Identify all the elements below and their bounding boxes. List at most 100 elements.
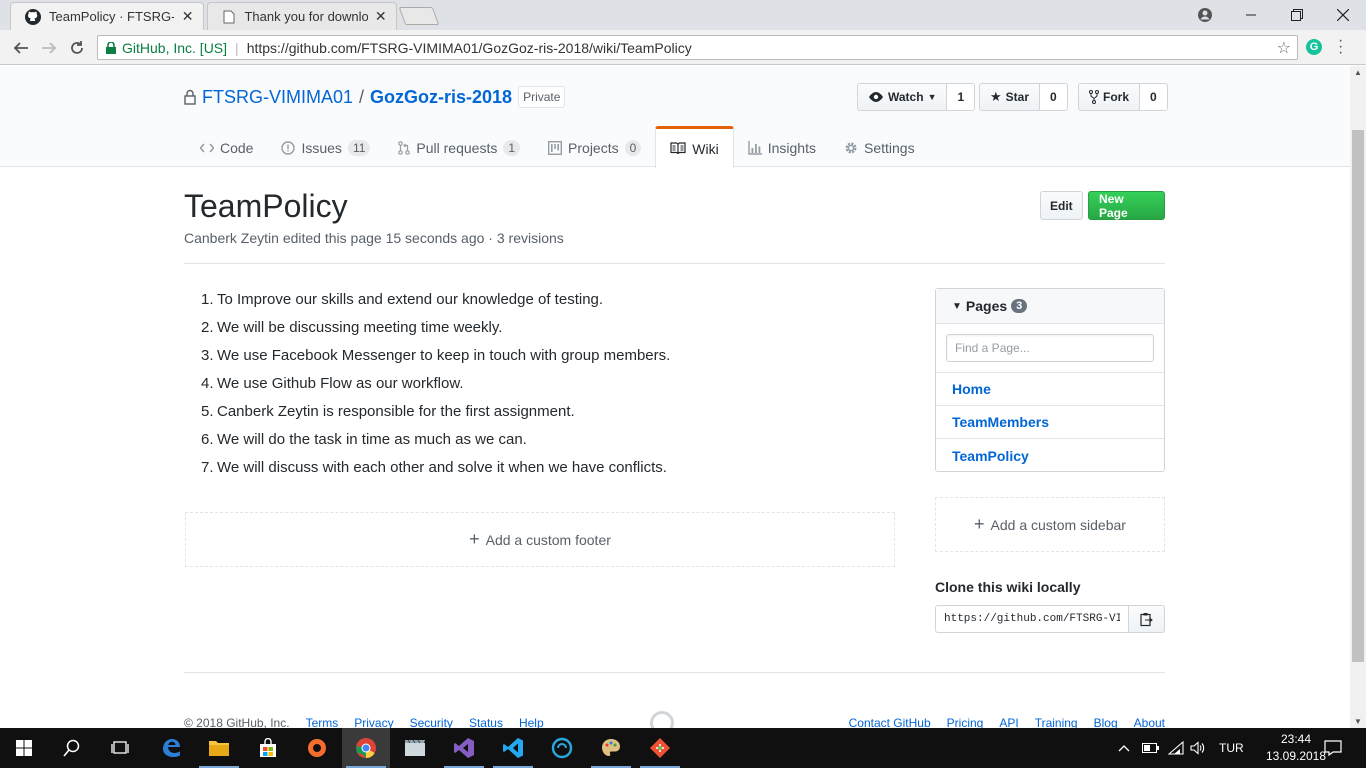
- chrome-icon[interactable]: [342, 728, 390, 768]
- footer-link-privacy[interactable]: Privacy: [354, 716, 393, 728]
- copy-clipboard-button[interactable]: [1129, 605, 1165, 633]
- browser-menu-icon[interactable]: · · ·: [1338, 33, 1343, 61]
- find-page-input[interactable]: [946, 334, 1154, 362]
- pages-filter-row: [936, 324, 1164, 373]
- star-count[interactable]: 0: [1040, 83, 1068, 111]
- page-scrollbar[interactable]: ▲ ▼: [1350, 66, 1366, 728]
- paint-palette-icon[interactable]: [587, 728, 635, 768]
- repo-owner-link[interactable]: FTSRG-VIMIMA01: [202, 87, 353, 108]
- address-bar[interactable]: GitHub, Inc. [US] | https://github.com/F…: [97, 35, 1298, 60]
- windows-start-icon[interactable]: [0, 728, 48, 768]
- footer-link-contact[interactable]: Contact GitHub: [849, 716, 931, 728]
- add-custom-sidebar-button[interactable]: + Add a custom sidebar: [935, 497, 1165, 552]
- add-custom-sidebar-label: Add a custom sidebar: [990, 516, 1126, 533]
- list-item: 1. To Improve our skills and extend our k…: [201, 291, 604, 308]
- private-label: Private: [518, 86, 566, 108]
- repo-nav: Code Issues 11 Pull requests 1 Projects …: [186, 126, 929, 168]
- scroll-down-arrow-icon[interactable]: ▼: [1350, 717, 1366, 726]
- sidebar-page-teammembers[interactable]: TeamMembers: [936, 406, 1164, 439]
- footer-link-security[interactable]: Security: [410, 716, 453, 728]
- tab-pull-requests[interactable]: Pull requests 1: [384, 126, 534, 167]
- edge-browser-icon[interactable]: [147, 728, 195, 768]
- pages-toggle[interactable]: ▼ Pages 3: [936, 289, 1164, 324]
- tab-insights[interactable]: Insights: [734, 126, 830, 167]
- watch-button[interactable]: Watch ▼: [857, 83, 948, 111]
- store-icon[interactable]: [244, 728, 292, 768]
- star-button[interactable]: ★ Star: [979, 83, 1040, 111]
- file-explorer-icon[interactable]: [195, 728, 243, 768]
- profile-icon[interactable]: [1182, 0, 1228, 30]
- battery-icon[interactable]: [1142, 728, 1160, 768]
- fork-count[interactable]: 0: [1140, 83, 1168, 111]
- tab-wiki[interactable]: Wiki: [655, 126, 734, 168]
- search-icon[interactable]: [48, 728, 96, 768]
- add-custom-footer-button[interactable]: + Add a custom footer: [185, 512, 895, 567]
- caret-down-icon: ▼: [927, 92, 937, 102]
- fork-button[interactable]: Fork: [1078, 83, 1141, 111]
- bookmark-star-icon[interactable]: ☆: [1277, 38, 1291, 58]
- footer-link-training[interactable]: Training: [1035, 716, 1078, 728]
- tray-overflow-icon[interactable]: [1118, 728, 1130, 768]
- sidebar-page-home[interactable]: Home: [936, 373, 1164, 406]
- tab-label: Projects: [568, 140, 619, 156]
- restore-icon[interactable]: [1274, 0, 1320, 30]
- tab-settings[interactable]: Settings: [830, 126, 929, 167]
- caret-down-icon: ▼: [952, 300, 962, 312]
- notification-center-icon[interactable]: [1324, 728, 1342, 768]
- footer-link-blog[interactable]: Blog: [1094, 716, 1118, 728]
- input-language-indicator[interactable]: TUR: [1219, 728, 1244, 768]
- close-window-icon[interactable]: [1320, 0, 1366, 30]
- tab-label: Issues: [301, 140, 342, 156]
- scrollbar-thumb[interactable]: [1352, 130, 1364, 662]
- footer-link-help[interactable]: Help: [519, 716, 544, 728]
- minimize-icon[interactable]: [1228, 0, 1274, 30]
- media-player-icon[interactable]: [391, 728, 439, 768]
- tab-projects[interactable]: Projects 0: [534, 126, 655, 167]
- clipboard-icon: [1140, 612, 1153, 627]
- new-tab-button[interactable]: [398, 7, 440, 25]
- browser-tab-active[interactable]: TeamPolicy · FTSRG-VIMIMA01 ✕: [10, 2, 204, 30]
- project-icon: [548, 141, 563, 155]
- tab-close-icon[interactable]: ✕: [180, 8, 195, 25]
- back-arrow-icon[interactable]: [9, 36, 33, 60]
- git-gui-icon[interactable]: [636, 728, 684, 768]
- browser-tab-inactive[interactable]: Thank you for downloading ✕: [207, 2, 397, 30]
- repo-name-link[interactable]: GozGoz-ris-2018: [370, 87, 512, 108]
- footer-link-terms[interactable]: Terms: [306, 716, 339, 728]
- footer-link-api[interactable]: API: [999, 716, 1018, 728]
- projects-counter: 0: [624, 140, 642, 156]
- footer-link-status[interactable]: Status: [469, 716, 503, 728]
- footer-link-pricing[interactable]: Pricing: [947, 716, 984, 728]
- edit-button[interactable]: Edit: [1040, 191, 1083, 220]
- tab-label: Pull requests: [416, 140, 498, 156]
- vs-code-icon[interactable]: [489, 728, 537, 768]
- task-view-icon[interactable]: [96, 728, 144, 768]
- tab-close-icon[interactable]: ✕: [374, 8, 388, 25]
- github-mark-icon[interactable]: [650, 711, 674, 728]
- origin-icon[interactable]: [293, 728, 341, 768]
- watch-label: Watch: [888, 90, 924, 104]
- taskbar-clock[interactable]: 23:44 13.09.2018: [1262, 731, 1330, 765]
- volume-icon[interactable]: [1190, 728, 1206, 768]
- tab-code[interactable]: Code: [186, 126, 267, 167]
- reload-icon[interactable]: [65, 36, 89, 60]
- security-origin-label: GitHub, Inc. [US]: [122, 39, 228, 56]
- new-page-button[interactable]: New Page: [1088, 191, 1165, 220]
- url-text[interactable]: https://github.com/FTSRG-VIMIMA01/GozGoz…: [247, 40, 692, 56]
- scroll-up-arrow-icon[interactable]: ▲: [1350, 68, 1366, 77]
- grammarly-extension-icon[interactable]: G: [1306, 39, 1322, 55]
- footer-link-about[interactable]: About: [1134, 716, 1165, 728]
- tab-label: Wiki: [692, 140, 719, 157]
- forward-arrow-icon[interactable]: [37, 36, 61, 60]
- watch-count[interactable]: 1: [947, 83, 976, 111]
- fork-group: Fork 0: [1078, 83, 1168, 111]
- graph-icon: [748, 141, 762, 155]
- sync-app-icon[interactable]: [538, 728, 586, 768]
- clone-url-input[interactable]: [935, 605, 1129, 633]
- tab-label: Settings: [863, 140, 915, 156]
- repo-title: FTSRG-VIMIMA01 / GozGoz-ris-2018 Private: [184, 86, 566, 108]
- sidebar-page-teampolicy[interactable]: TeamPolicy: [936, 439, 1164, 472]
- tab-issues[interactable]: Issues 11: [267, 126, 384, 167]
- visual-studio-icon[interactable]: [440, 728, 488, 768]
- wifi-icon[interactable]: [1168, 728, 1184, 768]
